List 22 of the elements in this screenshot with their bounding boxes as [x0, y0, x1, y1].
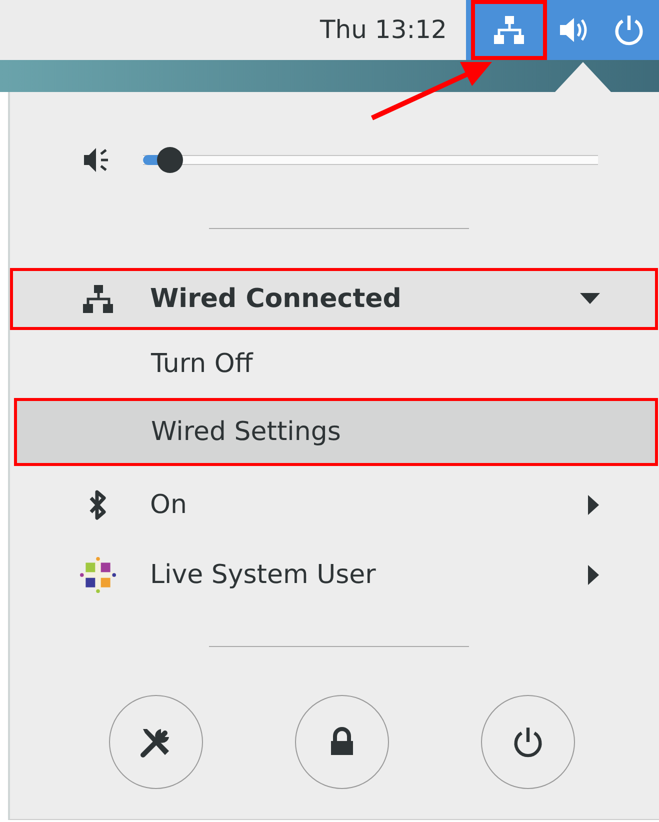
volume-icon	[558, 16, 588, 44]
bluetooth-icon	[88, 490, 108, 520]
network-icon	[494, 16, 524, 44]
power-off-button[interactable]	[481, 695, 575, 789]
user-avatar-icon	[80, 556, 116, 594]
power-icon	[613, 14, 645, 46]
lock-icon	[329, 727, 355, 757]
power-icon	[512, 726, 544, 758]
network-icon	[83, 285, 113, 313]
menu-item[interactable]: Live System User	[10, 540, 658, 610]
lock-button[interactable]	[295, 695, 389, 789]
settings-button[interactable]	[109, 695, 203, 789]
caret-down-icon	[580, 293, 600, 306]
network-tray-button[interactable]	[471, 0, 547, 60]
caret-right-icon	[588, 565, 600, 586]
menu-item[interactable]: Wired Settings	[14, 398, 658, 466]
menu-item[interactable]: On	[10, 470, 658, 540]
slider-thumb[interactable]	[157, 147, 184, 173]
caret-right-icon	[588, 495, 600, 516]
menu-item[interactable]: Turn Off	[10, 330, 658, 398]
clock[interactable]: Thu 13:12	[320, 11, 466, 49]
network-section-header[interactable]: Wired Connected	[10, 268, 658, 330]
